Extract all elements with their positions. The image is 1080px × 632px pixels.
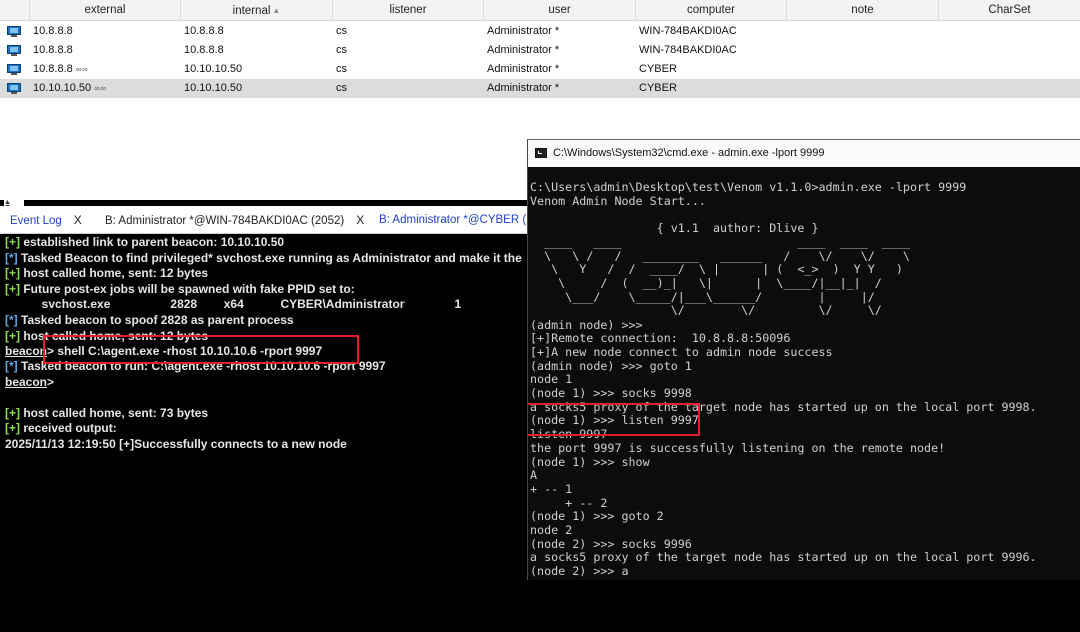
cmd-line: + -- 1: [530, 481, 573, 496]
cell-listener: cs: [336, 25, 347, 37]
venom-logo-line: \ \ / / ________ ______ / \/ \/ \: [530, 248, 910, 263]
venom-logo-line: \___/ \_____/|___\______/ | |/: [530, 289, 875, 304]
venom-logo-line: \ / ( __)_| \| | \____/|__|_| /: [530, 275, 882, 290]
cmd-line: the port 9997 is successfully listening …: [530, 440, 946, 455]
cell-computer: CYBER: [639, 82, 677, 94]
header-computer[interactable]: computer: [636, 0, 787, 21]
header-user[interactable]: user: [484, 0, 636, 21]
beacon-console[interactable]: [+] established link to parent beacon: 1…: [0, 234, 530, 632]
cmd-line: (node 1) >>> goto 2: [530, 509, 664, 524]
venom-logo-line: \ Y / / ____/ \ | | ( <_> ) Y Y ): [530, 262, 903, 277]
cmd-line: [+]A new node connect to admin node succ…: [530, 344, 833, 359]
cell-user: Administrator *: [487, 25, 560, 37]
cell-user: Administrator *: [487, 63, 560, 75]
header-computer-label: computer: [687, 4, 735, 16]
console-line: [+] established link to parent beacon: 1…: [5, 235, 285, 249]
tab-beacon-cyber-label: B: Administrator *@CYBER (26: [379, 214, 539, 226]
cell-user: Administrator *: [487, 82, 560, 94]
cmd-window[interactable]: C:\Windows\System32\cmd.exe - admin.exe …: [527, 139, 1080, 580]
console-prompt-line: beacon>: [5, 375, 55, 389]
cmd-line: C:\Users\admin\Desktop\test\Venom v1.1.0…: [530, 180, 967, 194]
beacon-computer-icon: [7, 26, 21, 37]
cmd-line: { v1.1 author: Dlive }: [530, 221, 819, 236]
pivot-chain-icon: ∞∞: [94, 84, 107, 93]
cell-internal: 10.8.8.8: [184, 25, 224, 37]
console-line: [+] host called home, sent: 12 bytes: [5, 266, 209, 280]
table-header: external internal ▲ listener user compute…: [0, 0, 1080, 21]
cmd-line: [+]Remote connection: 10.8.8.8:50096: [530, 331, 791, 346]
cmd-window-title: C:\Windows\System32\cmd.exe - admin.exe …: [553, 147, 825, 159]
beacon-computer-icon: [7, 45, 21, 56]
header-internal[interactable]: internal ▲: [181, 0, 333, 21]
cell-external: 10.8.8.8: [33, 44, 73, 56]
highlight-box: [528, 403, 700, 436]
cmd-line: (admin node) >>> goto 1: [530, 358, 692, 373]
beacon-computer-icon: [7, 83, 21, 94]
cell-computer: WIN-784BAKDI0AC: [639, 25, 737, 37]
cmd-line: (node 1) >>> show: [530, 454, 650, 469]
console-tab-bar: Event Log X B: Administrator *@WIN-784BAK…: [0, 206, 539, 234]
sort-ascending-icon: ▲: [272, 6, 281, 15]
cmd-line: (node 2) >>> socks 9996: [530, 536, 692, 551]
table-row[interactable]: 10.8.8.8 ∞∞ 10.10.10.50 cs Administrator …: [0, 60, 1080, 79]
desktop-background: [530, 580, 1080, 632]
cmd-line: node 1: [530, 372, 573, 387]
tab-beacon-win[interactable]: B: Administrator *@WIN-784BAKDI0AC (2052…: [105, 206, 364, 234]
cell-listener: cs: [336, 44, 347, 56]
header-external[interactable]: external: [30, 0, 181, 21]
cell-internal: 10.10.10.50: [184, 82, 243, 94]
header-note[interactable]: note: [787, 0, 939, 21]
cell-listener: cs: [336, 63, 347, 75]
header-charset-label: CharSet: [988, 4, 1031, 16]
cmd-line: Venom Admin Node Start...: [530, 193, 706, 208]
cmd-icon: [535, 148, 547, 158]
venom-logo-line: ____ ____ ____ ____ ____: [530, 234, 910, 249]
cell-internal: 10.8.8.8: [184, 44, 224, 56]
cell-computer: CYBER: [639, 63, 677, 75]
cmd-title-bar[interactable]: C:\Windows\System32\cmd.exe - admin.exe …: [528, 140, 1080, 167]
cell-user: Administrator *: [487, 44, 560, 56]
cell-computer: WIN-784BAKDI0AC: [639, 44, 737, 56]
cell-external: 10.8.8.8: [33, 25, 73, 37]
cell-internal: 10.10.10.50: [184, 63, 243, 75]
close-icon[interactable]: X: [356, 213, 364, 227]
tab-beacon-win-label: B: Administrator *@WIN-784BAKDI0AC (2052…: [105, 215, 345, 227]
header-listener[interactable]: listener: [333, 0, 484, 21]
highlight-box: [43, 335, 359, 364]
header-external-label: external: [84, 4, 126, 16]
cell-listener: cs: [336, 82, 347, 94]
table-row-selected[interactable]: 10.10.10.50 ∞∞ 10.10.10.50 cs Administrat…: [0, 79, 1080, 98]
tab-event-log[interactable]: Event Log X: [10, 206, 82, 234]
table-row[interactable]: 10.8.8.8 10.8.8.8 cs Administrator * WIN…: [0, 41, 1080, 60]
tab-beacon-cyber[interactable]: B: Administrator *@CYBER (26: [379, 206, 539, 234]
cmd-line: (node 2) >>> a: [530, 564, 629, 579]
header-internal-label: internal: [232, 5, 271, 17]
console-line: [+] Future post-ex jobs will be spawned …: [5, 282, 355, 296]
venom-logo-line: \/ \/ \/ \/: [530, 303, 882, 318]
header-icon-col: [0, 0, 30, 21]
cmd-line: (admin node) >>>: [530, 317, 643, 332]
cmd-line: A: [530, 468, 538, 483]
console-line: [*] Tasked Beacon to find privileged* sv…: [5, 251, 522, 265]
console-line: [+] host called home, sent: 73 bytes: [5, 406, 209, 420]
console-line: 2025/11/13 12:19:50 [+]Successfully conn…: [5, 437, 347, 451]
header-user-label: user: [548, 4, 571, 16]
beacon-computer-icon: [7, 64, 21, 75]
close-icon[interactable]: X: [74, 213, 82, 227]
cmd-line: node 2: [530, 523, 573, 537]
cell-external: 10.8.8.8 ∞∞: [33, 63, 89, 75]
table-row[interactable]: 10.8.8.8 10.8.8.8 cs Administrator * WIN…: [0, 22, 1080, 41]
header-charset[interactable]: CharSet: [939, 0, 1080, 21]
cmd-line: (node 1) >>> socks 9998: [530, 386, 692, 400]
cmd-line: a socks5 proxy of the target node has st…: [530, 550, 1037, 565]
console-line: [*] Tasked beacon to spoof 2828 as paren…: [5, 313, 294, 327]
cell-external: 10.10.10.50 ∞∞: [33, 82, 107, 94]
console-line: [+] received output:: [5, 421, 117, 435]
tab-event-log-label: Event Log: [10, 215, 62, 227]
header-note-label: note: [851, 4, 874, 16]
pivot-chain-icon: ∞∞: [75, 65, 89, 74]
console-line: svchost.exe 2828 x64 CYBER\Administrator…: [5, 297, 462, 311]
header-listener-label: listener: [389, 4, 427, 16]
cmd-line: + -- 2: [530, 495, 608, 510]
